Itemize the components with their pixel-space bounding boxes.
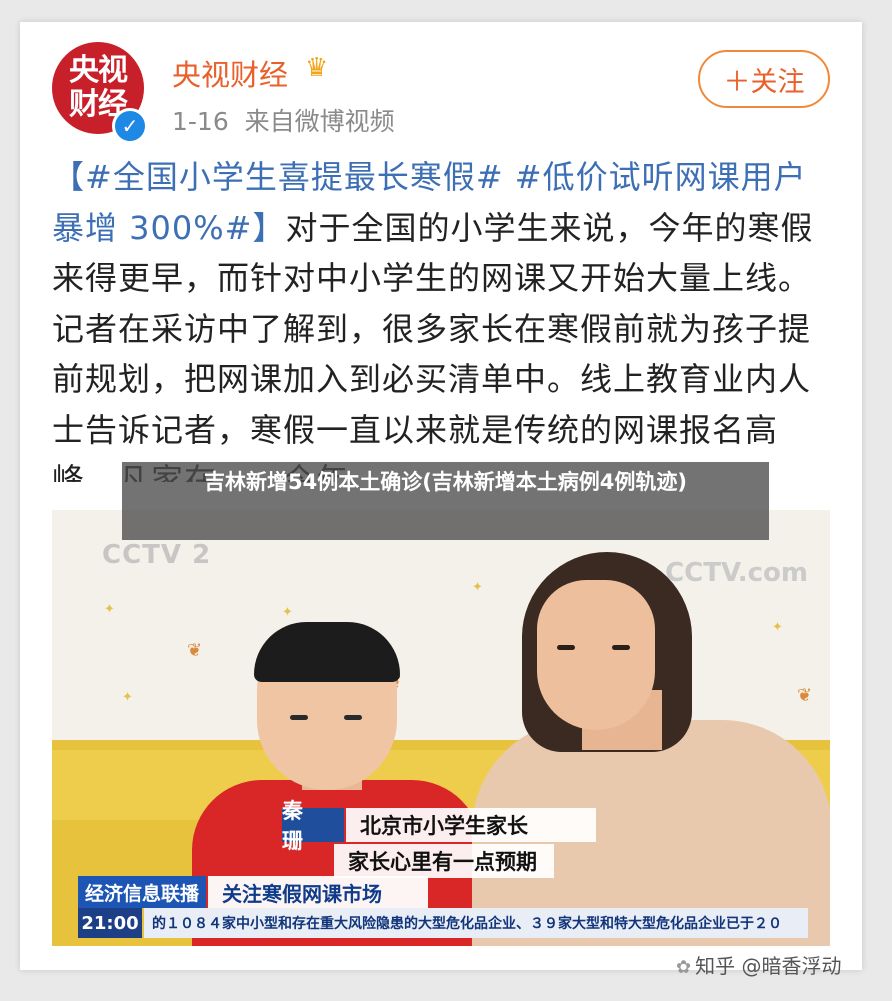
program-name: 经济信息联播	[78, 876, 206, 908]
star-icon: ✦	[122, 690, 133, 705]
watermark: ✿ 知乎 @暗香浮动	[676, 950, 841, 979]
boy-eye	[290, 715, 308, 720]
butterfly-icon: ❦	[187, 640, 203, 661]
woman-eye	[612, 645, 630, 650]
follow-button[interactable]: ＋关注	[698, 50, 830, 108]
title-banner: 吉林新增54例本土确诊(吉林新增本土病例4例轨迹)	[122, 462, 769, 540]
star-icon: ✦	[104, 602, 115, 617]
broadcast-clock: 21:00	[78, 908, 142, 938]
cctv-com-logo: CCTV.com	[665, 558, 808, 588]
star-icon: ✦	[472, 580, 483, 595]
post-meta: 1-16 来自微博视频	[172, 107, 395, 136]
woman-eye	[557, 645, 575, 650]
post-body: 对于全国的小学生来说，今年的寒假来得更早，而针对中小学生的网课又开始大量上线。记…	[52, 208, 814, 483]
star-icon: ✦	[772, 620, 783, 635]
wechat-icon: ✿	[676, 957, 692, 978]
caption-title: 北京市小学生家长	[346, 808, 596, 842]
caption-quote: 家长心里有一点预期	[334, 844, 554, 878]
star-icon: ✦	[282, 605, 293, 620]
cctv2-logo: CCTV 2	[102, 540, 212, 570]
caption-name: 秦 珊	[282, 799, 344, 853]
verified-icon: ✓	[112, 108, 148, 144]
program-topic: 关注寒假网课市场	[208, 876, 428, 908]
woman-face	[537, 580, 655, 730]
boy-eye	[344, 715, 362, 720]
news-ticker: 的１０８４家中小型和存在重大风险隐患的大型危化品企业、３９家大型和特大型危化品企…	[144, 908, 808, 938]
crown-icon: ♛	[305, 53, 329, 83]
butterfly-icon: ❦	[797, 685, 813, 706]
account-name[interactable]: 央视财经	[172, 52, 288, 94]
watermark-text: 知乎 @暗香浮动	[695, 954, 842, 978]
boy-hair	[254, 622, 400, 682]
post-text: 【#全国小学生喜提最长寒假# #低价试听网课用户暴增 300%#】对于全国的小学…	[52, 152, 832, 482]
video-frame[interactable]: CCTV 2 CCTV.com ❦ ❦ ❦ ✦ ✦ ✦ ✦ ✦ ✦ 秦 珊 北京…	[52, 510, 830, 946]
